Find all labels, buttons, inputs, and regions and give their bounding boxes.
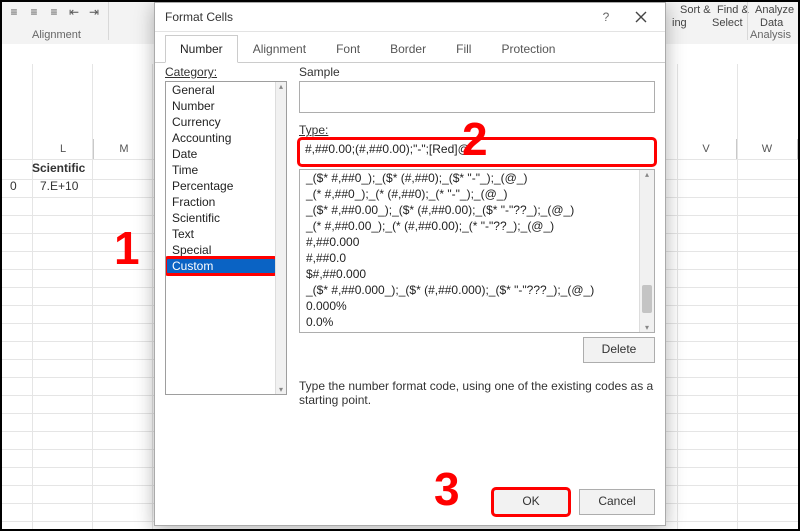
category-item[interactable]: Text xyxy=(166,226,276,242)
dialog-tabs: Number Alignment Font Border Fill Protec… xyxy=(155,32,665,63)
dialog-button-row: OK Cancel xyxy=(493,489,655,515)
format-listbox[interactable]: _($* #,##0_);_($* (#,##0);_($* "-"_);_(@… xyxy=(299,169,655,333)
delete-button[interactable]: Delete xyxy=(583,337,655,363)
category-item[interactable]: Number xyxy=(166,98,276,114)
align-left-icon[interactable]: ≡ xyxy=(6,4,22,20)
sample-box xyxy=(299,81,655,113)
ok-button[interactable]: OK xyxy=(493,489,569,515)
category-item[interactable]: Date xyxy=(166,146,276,162)
tab-number[interactable]: Number xyxy=(165,35,238,63)
format-item[interactable]: _($* #,##0.000_);_($* (#,##0.000);_($* "… xyxy=(300,282,640,298)
type-label: Type: xyxy=(299,123,655,137)
analyze-label: Analyze xyxy=(755,4,794,16)
category-item[interactable]: General xyxy=(166,82,276,98)
cell-rowhdr: 0 xyxy=(10,179,17,193)
cell-value[interactable]: 7.E+10 xyxy=(40,179,78,193)
cancel-button[interactable]: Cancel xyxy=(579,489,655,515)
format-item[interactable]: _(* #,##0_);_(* (#,##0);_(* "-"_);_(@_) xyxy=(300,186,640,202)
hint-text: Type the number format code, using one o… xyxy=(299,379,655,407)
format-item[interactable]: $#,##0.000 xyxy=(300,266,640,282)
format-item[interactable]: 0.0% xyxy=(300,314,640,330)
sample-label: Sample xyxy=(299,65,655,79)
data-label: Data xyxy=(760,17,783,29)
sort-label: Sort & xyxy=(680,4,711,16)
category-item-custom[interactable]: Custom xyxy=(166,258,276,274)
close-icon xyxy=(635,11,647,23)
format-item[interactable]: 0.E+00 xyxy=(300,330,640,332)
indent-left-icon[interactable]: ⇤ xyxy=(66,4,82,20)
indent-right-icon[interactable]: ⇥ xyxy=(86,4,102,20)
category-scrollbar[interactable] xyxy=(275,82,286,394)
category-item[interactable]: Time xyxy=(166,162,276,178)
align-right-icon[interactable]: ≡ xyxy=(46,4,62,20)
format-cells-dialog: Format Cells ? Number Alignment Font Bor… xyxy=(154,2,666,526)
align-center-icon[interactable]: ≡ xyxy=(26,4,42,20)
format-item[interactable]: _($* #,##0_);_($* (#,##0);_($* "-"_);_(@… xyxy=(300,170,640,186)
tab-fill[interactable]: Fill xyxy=(441,35,486,63)
category-item[interactable]: Special xyxy=(166,242,276,258)
align-icons: ≡ ≡ ≡ ⇤ ⇥ xyxy=(6,4,102,20)
category-item[interactable]: Currency xyxy=(166,114,276,130)
tab-alignment[interactable]: Alignment xyxy=(238,35,321,63)
format-item[interactable]: _(* #,##0.00_);_(* (#,##0.00);_(* "-"??_… xyxy=(300,218,640,234)
format-item[interactable]: _($* #,##0.00_);_($* (#,##0.00);_($* "-"… xyxy=(300,202,640,218)
dialog-title: Format Cells xyxy=(165,10,591,24)
select-label: Select xyxy=(712,17,743,29)
ing-label: ing xyxy=(672,17,687,29)
format-item[interactable]: 0.000% xyxy=(300,298,640,314)
close-button[interactable] xyxy=(621,3,661,31)
tab-protection[interactable]: Protection xyxy=(486,35,570,63)
group-alignment-label: Alignment xyxy=(32,29,81,41)
dialog-body: Category: General Number Currency Accoun… xyxy=(165,65,655,483)
group-analysis-label: Analysis xyxy=(750,29,791,41)
tab-border[interactable]: Border xyxy=(375,35,441,63)
tab-font[interactable]: Font xyxy=(321,35,375,63)
cell-scientific-header: Scientific xyxy=(32,161,85,175)
category-item[interactable]: Fraction xyxy=(166,194,276,210)
type-input[interactable]: #,##0.00;(#,##0.00);"-";[Red]@ xyxy=(299,139,655,165)
format-item[interactable]: #,##0.000 xyxy=(300,234,640,250)
category-item[interactable]: Scientific xyxy=(166,210,276,226)
category-item[interactable]: Percentage xyxy=(166,178,276,194)
category-listbox[interactable]: General Number Currency Accounting Date … xyxy=(165,81,287,395)
dialog-titlebar: Format Cells ? xyxy=(155,3,665,32)
format-item[interactable]: #,##0.0 xyxy=(300,250,640,266)
find-label: Find & xyxy=(717,4,749,16)
category-item[interactable]: Accounting xyxy=(166,130,276,146)
format-scrollbar[interactable] xyxy=(639,170,654,332)
help-button[interactable]: ? xyxy=(591,3,621,31)
